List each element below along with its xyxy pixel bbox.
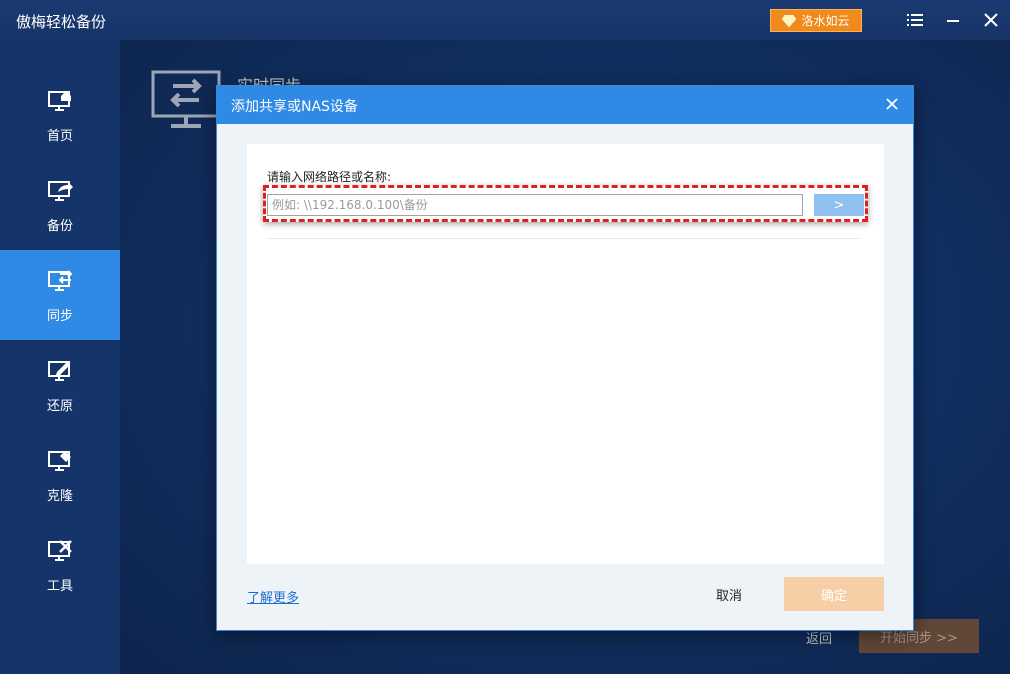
sidebar-item-tools[interactable]: 工具 bbox=[0, 520, 120, 610]
path-field-label: 请输入网络路径或名称: bbox=[267, 170, 392, 184]
title-bar: 傲梅轻松备份 洛水如云 bbox=[0, 0, 1010, 40]
sidebar-item-sync[interactable]: 同步 bbox=[0, 250, 120, 340]
sidebar: 首页 备份 同步 还原 克隆 工具 bbox=[0, 40, 120, 674]
sidebar-item-label: 工具 bbox=[46, 578, 73, 594]
tools-monitor-icon bbox=[46, 537, 74, 569]
dialog-title: 添加共享或NAS设备 bbox=[231, 99, 358, 115]
learn-more-link[interactable]: 了解更多 bbox=[247, 587, 299, 606]
minimize-icon[interactable] bbox=[941, 8, 965, 32]
close-icon[interactable] bbox=[881, 93, 903, 115]
sidebar-item-label: 同步 bbox=[46, 308, 73, 324]
sidebar-item-label: 还原 bbox=[46, 398, 73, 414]
dialog-body: 请输入网络路径或名称: > bbox=[247, 144, 884, 564]
add-nas-dialog: 添加共享或NAS设备 请输入网络路径或名称: > 了解更多 取消 确定 bbox=[216, 85, 914, 631]
clone-monitor-icon bbox=[46, 447, 74, 479]
upgrade-label: 洛水如云 bbox=[801, 14, 850, 28]
app-title: 傲梅轻松备份 bbox=[16, 13, 107, 31]
sync-monitor-icon bbox=[46, 267, 74, 299]
sidebar-item-restore[interactable]: 还原 bbox=[0, 340, 120, 430]
sidebar-item-label: 克隆 bbox=[46, 488, 73, 504]
menu-icon[interactable] bbox=[903, 8, 927, 32]
dialog-header: 添加共享或NAS设备 bbox=[217, 86, 913, 124]
home-monitor-icon bbox=[46, 87, 74, 119]
divider bbox=[267, 238, 860, 239]
close-window-icon[interactable] bbox=[979, 8, 1003, 32]
backup-monitor-icon bbox=[46, 177, 74, 209]
sidebar-item-backup[interactable]: 备份 bbox=[0, 160, 120, 250]
sidebar-item-label: 首页 bbox=[46, 128, 73, 144]
sidebar-item-label: 备份 bbox=[46, 218, 73, 234]
highlight-box bbox=[263, 185, 868, 222]
upgrade-button[interactable]: 洛水如云 bbox=[770, 9, 862, 32]
restore-monitor-icon bbox=[46, 357, 74, 389]
cancel-button[interactable]: 取消 bbox=[705, 578, 753, 610]
sidebar-item-home[interactable]: 首页 bbox=[0, 70, 120, 160]
sidebar-item-clone[interactable]: 克隆 bbox=[0, 430, 120, 520]
diamond-icon bbox=[782, 14, 797, 27]
ok-button[interactable]: 确定 bbox=[784, 577, 884, 611]
